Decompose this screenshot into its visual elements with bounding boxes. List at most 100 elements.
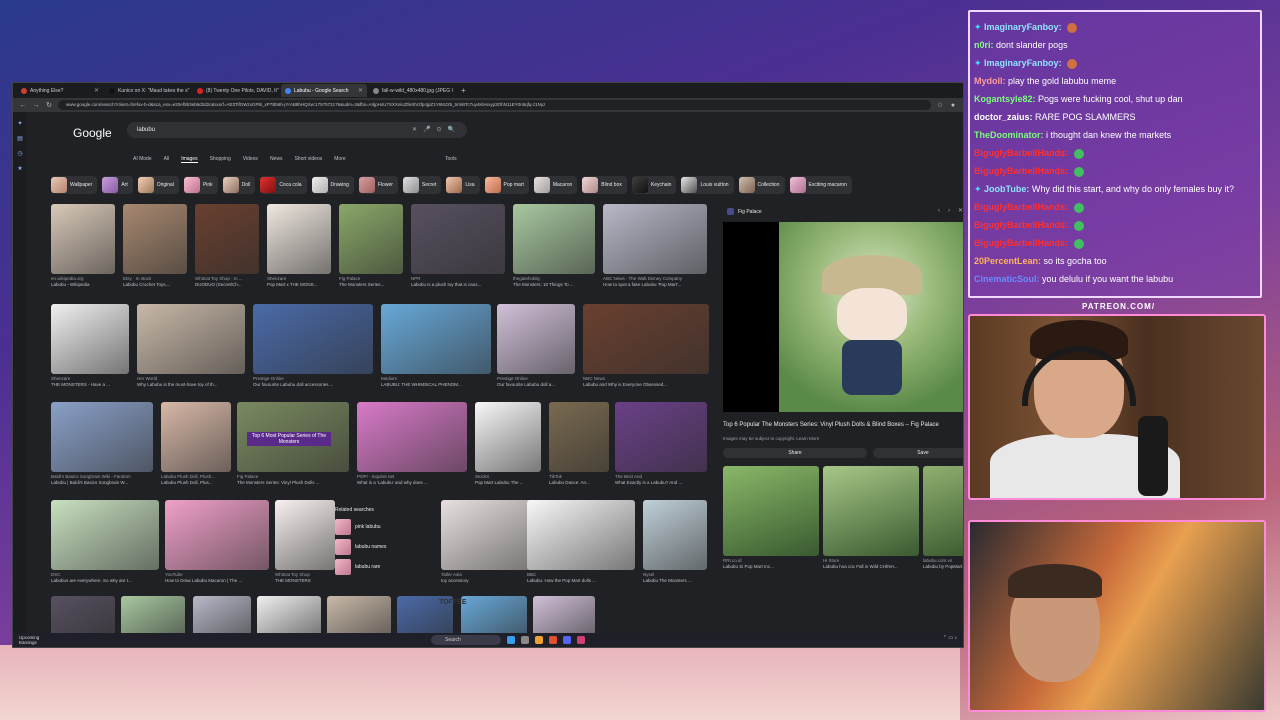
result-caption[interactable]: thegatehobby The Monsters: 10 Things To .… [513, 276, 595, 288]
browser-tab[interactable]: Labubu - Google Search ✕ [281, 84, 367, 97]
app-icon[interactable] [577, 636, 585, 644]
chat-username[interactable]: Mydoll: [974, 76, 1006, 86]
chat-username[interactable]: BiguglyBarbellHands: [974, 238, 1068, 248]
refinement-chip[interactable]: Pink [183, 176, 218, 194]
image-result[interactable] [381, 304, 491, 374]
image-result[interactable] [339, 204, 403, 274]
discord-icon[interactable] [563, 636, 571, 644]
result-caption[interactable]: Baldi's Basics Songbrain Wiki - Fandom La… [51, 474, 153, 486]
close-tab-icon[interactable]: ✕ [358, 87, 363, 94]
result-caption[interactable]: NBC News Labubu and Why is Everyone Obses… [583, 376, 709, 388]
result-caption[interactable]: BBC Labubu: How the Pop Mart dolls ... [527, 572, 635, 584]
related-search-item[interactable]: labubu rare [335, 557, 419, 577]
refinement-chip[interactable]: Doll [222, 176, 256, 194]
taskbar-search[interactable]: Search [431, 635, 501, 645]
related-image-caption[interactable]: RRI.co.id Labubu Si Pop Mart Inc... [723, 558, 819, 570]
result-caption[interactable]: TikTok Labubu Dance: An... [549, 474, 609, 486]
chat-username[interactable]: TheDoominator: [974, 130, 1044, 140]
filter-tab[interactable]: News [270, 156, 283, 163]
browser-tab[interactable]: (8) Twenty One Pilots, DAVID, It"✕ [193, 84, 279, 97]
preview-title[interactable]: Top 6 Popular The Monsters Series: Vinyl… [723, 422, 939, 428]
search-box-icons[interactable]: ✕🎤⊙🔍 [412, 122, 461, 138]
image-result[interactable] [549, 402, 609, 472]
filter-tab[interactable]: Short videos [294, 156, 322, 163]
bookmark-icon[interactable]: ☆ [936, 101, 944, 109]
result-caption[interactable]: Medium LABUBU: THE WHIMSICAL PHENOM... [381, 376, 491, 388]
chat-username[interactable]: ImaginaryFanboy: [984, 58, 1062, 68]
browser-tab[interactable]: Kunico on X: "Maud takes the s"✕ [105, 84, 191, 97]
image-result[interactable] [123, 204, 187, 274]
image-result[interactable] [497, 304, 575, 374]
chat-username[interactable]: doctor_zaius: [974, 112, 1033, 122]
start-icon[interactable] [507, 636, 515, 644]
refinement-chip[interactable]: Wallpaper [51, 176, 98, 194]
image-result[interactable] [51, 402, 153, 472]
image-result[interactable] [253, 304, 373, 374]
image-result[interactable] [603, 204, 707, 274]
save-button[interactable]: Save [873, 448, 963, 458]
firefox-icon[interactable] [549, 636, 557, 644]
image-result[interactable] [195, 204, 259, 274]
refinement-chip[interactable]: Blind box [582, 176, 627, 194]
sidebar-history-icon[interactable]: ◷ [17, 150, 22, 157]
image-result[interactable] [51, 500, 159, 570]
result-caption[interactable]: YouTube How to Draw Labubu Macaron | The … [165, 572, 269, 584]
refinement-chip[interactable]: Exciting macaron [789, 176, 852, 194]
related-image-caption[interactable]: labubu.com.vnLabubu by PopMart tu... [923, 558, 963, 570]
refinement-chip[interactable]: Flower [358, 176, 398, 194]
related-image[interactable] [723, 466, 819, 556]
result-caption[interactable]: Shenzare THE MONSTERS - Have a ... [51, 376, 129, 388]
google-logo[interactable]: Google [73, 126, 112, 140]
image-result[interactable] [275, 500, 335, 570]
browser-tab[interactable]: Anything Else? ✕ [17, 84, 103, 97]
related-image[interactable] [923, 466, 963, 556]
image-result[interactable] [257, 596, 321, 636]
image-result[interactable] [513, 204, 595, 274]
browser-tab[interactable]: fall-w-wild_480x480.jpg (JPEG I✕ [369, 84, 455, 97]
image-result[interactable] [327, 596, 391, 636]
filter-tab[interactable]: More [334, 156, 345, 163]
result-caption[interactable]: POP! - Inquirer.net What is a 'Labubu' an… [357, 474, 467, 486]
taskview-icon[interactable] [521, 636, 529, 644]
refinement-chip[interactable]: Art [102, 176, 133, 194]
image-result[interactable] [161, 402, 231, 472]
result-caption[interactable]: Labubu Plush Doll, Plush... Labubu Plush … [161, 474, 231, 486]
result-caption[interactable]: The Best And What Exactly is a Labubu? An… [615, 474, 707, 486]
chat-username[interactable]: CinematicSoul: [974, 274, 1040, 284]
reload-icon[interactable]: ↻ [45, 101, 53, 109]
forward-icon[interactable]: → [32, 102, 40, 109]
result-caption[interactable]: Whitcat Toy Shop · In ... DUODUO (Secret/… [195, 276, 259, 288]
image-result[interactable] [137, 304, 245, 374]
chat-username[interactable]: Kogantsyle82: [974, 94, 1036, 104]
sidebar-extension-icon[interactable]: ✦ [17, 120, 22, 127]
chat-username[interactable]: n0ri: [974, 40, 994, 50]
tools-button[interactable]: Tools [445, 156, 457, 162]
image-result[interactable] [583, 304, 709, 374]
chat-username[interactable]: BiguglyBarbellHands: [974, 220, 1068, 230]
image-result[interactable] [411, 204, 505, 274]
sidebar-reader-icon[interactable]: ▤ [17, 135, 23, 142]
explorer-icon[interactable] [535, 636, 543, 644]
image-result[interactable] [643, 500, 707, 570]
image-result[interactable] [527, 500, 635, 570]
refinement-chip[interactable]: Original [137, 176, 179, 194]
profile-icon[interactable]: ● [949, 102, 957, 109]
weather-widget[interactable]: Upcoming Earnings [13, 635, 39, 645]
image-result[interactable] [615, 402, 707, 472]
result-caption[interactable]: NPR Labubu is a plush toy that is caus... [411, 276, 505, 288]
related-image[interactable] [823, 466, 919, 556]
chat-username[interactable]: ImaginaryFanboy: [984, 22, 1062, 32]
refinement-chip[interactable]: Coca cola [260, 176, 307, 194]
image-result[interactable] [533, 596, 595, 636]
image-result[interactable] [51, 596, 115, 636]
back-icon[interactable]: ← [19, 102, 27, 109]
refinement-chip[interactable]: Drawing [311, 176, 354, 194]
search-input[interactable]: labubu ✕🎤⊙🔍 [127, 122, 467, 138]
result-caption[interactable]: Etsy · In stock Labubu Crochet Toys,... [123, 276, 187, 288]
result-caption[interactable]: Shenzare Pop Mart x THE MONS... [267, 276, 331, 288]
image-result[interactable] [165, 500, 269, 570]
refinement-chip[interactable]: Pop mart [484, 176, 529, 194]
new-tab-icon[interactable]: + [457, 86, 470, 95]
filter-tab[interactable]: Videos [243, 156, 258, 163]
chat-username[interactable]: JoobTube: [984, 184, 1029, 194]
